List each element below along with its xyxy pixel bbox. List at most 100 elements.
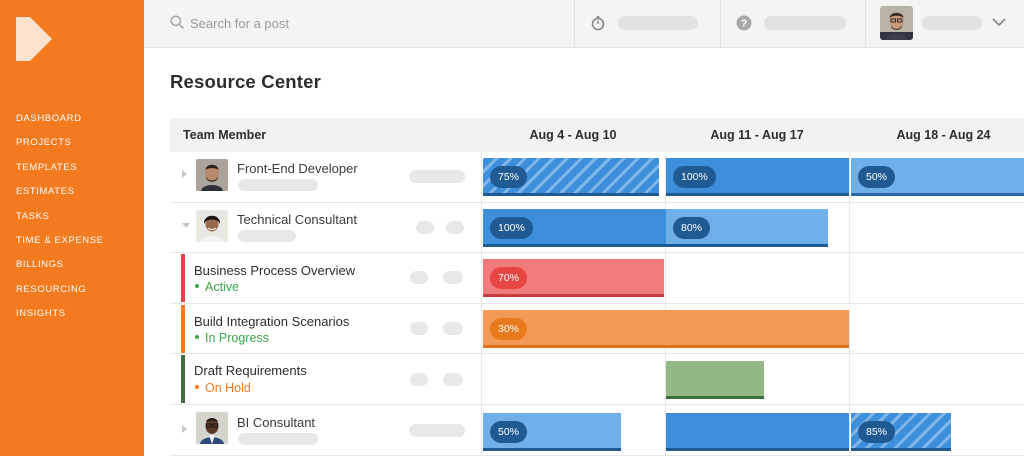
task-name: Draft Requirements [194,363,307,378]
stopwatch-icon[interactable] [590,15,606,31]
top-bar: ? [144,0,1024,48]
allocation-bar[interactable]: 80% [666,209,828,247]
sidebar-item-resourcing[interactable]: RESOURCING [16,284,104,308]
avatar [196,159,228,191]
row-action-placeholder [443,322,463,335]
row-action-placeholder [410,322,428,335]
allocation-bar-underline [851,193,1024,196]
allocation-bar[interactable]: 85% [851,413,951,451]
allocation-bar[interactable]: 100% [666,158,849,196]
allocation-bar-underline [666,396,764,399]
svg-text:?: ? [741,18,748,30]
sidebar-item-tasks[interactable]: TASKS [16,211,104,235]
task-name: Business Process Overview [194,263,356,278]
allocation-bar[interactable]: 100% [483,209,666,247]
allocation-badge: 50% [858,166,896,188]
allocation-bar[interactable]: 50% [483,413,621,451]
sidebar-item-estimates[interactable]: ESTIMATES [16,186,104,210]
help-icon[interactable]: ? [736,15,752,31]
member-detail-placeholder [238,433,318,445]
row-action-placeholder [410,271,428,284]
row-action-placeholder [409,170,465,183]
sidebar-item-dashboard[interactable]: DASHBOARD [16,113,104,137]
table-row[interactable]: Draft Requirements On Hold [170,354,1024,405]
help-placeholder [764,16,846,30]
page-title: Resource Center [170,71,322,92]
row-action-placeholder [446,221,464,234]
allocation-badge: 100% [490,217,533,239]
allocation-badge: 85% [858,421,896,443]
sidebar-item-templates[interactable]: TEMPLATES [16,162,104,186]
avatar [196,210,228,242]
member-name: Front-End Developer [237,161,358,176]
topbar-divider [574,0,575,48]
status-badge: In Progress [195,331,269,345]
allocation-bar[interactable] [666,413,849,451]
kantata-k-logo-icon[interactable] [16,17,52,61]
row-action-placeholder [416,221,434,234]
allocation-badge: 80% [673,217,711,239]
status-badge: Active [195,280,239,294]
row-action-placeholder [443,271,463,284]
column-header-week-2[interactable]: Aug 11 - Aug 17 [665,118,849,152]
allocation-bar[interactable]: 75% [483,158,659,196]
status-label: Active [205,280,240,294]
collapse-row-icon[interactable] [182,223,190,228]
topbar-divider [865,0,866,48]
allocation-bar[interactable]: 70% [483,259,664,297]
grid-header: Team Member Aug 4 - Aug 10 Aug 11 - Aug … [170,118,1024,152]
column-header-team-member[interactable]: Team Member [183,118,266,152]
avatar [196,412,228,444]
user-name-placeholder [922,16,982,30]
allocation-bar[interactable]: 50% [851,158,1024,196]
user-avatar[interactable] [880,6,913,40]
status-label: On Hold [205,381,251,395]
task-name: Build Integration Scenarios [194,314,350,329]
row-action-placeholder [410,373,428,386]
allocation-badge: 70% [490,267,528,289]
allocation-badge: 100% [673,166,716,188]
task-bar[interactable] [666,361,764,399]
sidebar-item-projects[interactable]: PROJECTS [16,137,104,161]
allocation-bar-underline [483,193,659,196]
allocation-bar-underline [483,294,664,297]
status-badge: On Hold [195,381,251,395]
allocation-bar-underline [851,448,951,451]
allocation-badge: 75% [490,166,528,188]
search-input[interactable] [190,12,530,34]
timer-placeholder [618,16,698,30]
allocation-badge: 50% [490,421,528,443]
sidebar-item-billings[interactable]: BILLINGS [16,259,104,283]
member-name: BI Consultant [237,415,316,430]
allocation-bar-underline [666,448,849,451]
column-header-week-1[interactable]: Aug 4 - Aug 10 [481,118,665,152]
status-label: In Progress [205,331,269,345]
status-dot-icon [195,335,199,339]
sidebar-item-time-expense[interactable]: TIME & EXPENSE [16,235,104,259]
topbar-divider [720,0,721,48]
column-header-week-3[interactable]: Aug 18 - Aug 24 [849,118,1024,152]
member-detail-placeholder [238,179,318,191]
sidebar-item-insights[interactable]: INSIGHTS [16,308,104,332]
status-dot-icon [195,385,199,389]
status-dot-icon [195,284,199,288]
expand-row-icon[interactable] [182,170,187,178]
app-window: DASHBOARD PROJECTS TEMPLATES ESTIMATES T… [0,0,1024,456]
resource-grid: Team Member Aug 4 - Aug 10 Aug 11 - Aug … [170,118,1024,456]
member-detail-placeholder [238,230,296,242]
allocation-bar-underline [483,244,666,247]
search-icon [170,15,184,29]
member-name: Technical Consultant [237,212,357,227]
chevron-down-icon[interactable] [992,17,1006,27]
allocation-bar[interactable]: 30% [483,310,849,348]
allocation-bar-underline [666,244,828,247]
sidebar: DASHBOARD PROJECTS TEMPLATES ESTIMATES T… [0,0,144,456]
task-status-accent [181,254,185,302]
expand-row-icon[interactable] [182,425,187,433]
sidebar-nav: DASHBOARD PROJECTS TEMPLATES ESTIMATES T… [16,113,104,333]
row-action-placeholder [443,373,463,386]
allocation-badge: 30% [490,318,528,340]
allocation-bar-underline [666,193,849,196]
allocation-bar-underline [483,448,621,451]
row-action-placeholder [409,424,465,437]
